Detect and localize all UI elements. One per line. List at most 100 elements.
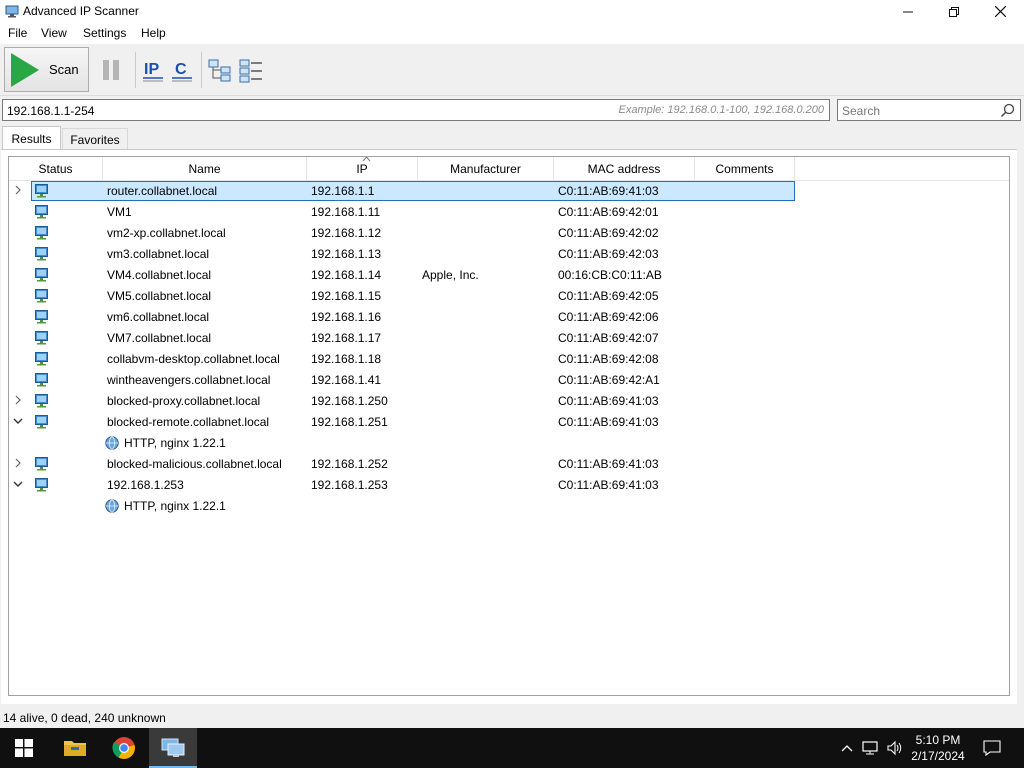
host-mac: C0:11:AB:69:42:01 <box>558 205 659 219</box>
host-name: wintheavengers.collabnet.local <box>107 373 271 387</box>
show-hidden-icons-button[interactable] <box>838 728 856 768</box>
ip-range-input[interactable]: 192.168.1.1-254 Example: 192.168.0.1-100… <box>2 99 830 121</box>
taskbar-file-explorer[interactable] <box>51 728 99 768</box>
computer-icon <box>35 289 48 303</box>
table-row[interactable]: VM5.collabnet.local 192.168.1.15 C0:11:AB:… <box>9 286 1009 307</box>
table-row[interactable]: 192.168.1.253 192.168.1.253 C0:11:AB:69:41… <box>9 475 1009 496</box>
sort-ascending-icon <box>362 157 371 162</box>
table-row[interactable]: router.collabnet.local 192.168.1.1 C0:11:A… <box>9 181 1009 202</box>
host-name: vm6.collabnet.local <box>107 310 210 324</box>
scan-summary: 14 alive, 0 dead, 240 unknown <box>3 711 166 725</box>
host-manufacturer: Apple, Inc. <box>422 268 479 282</box>
menu-bar: File View Settings Help <box>0 23 1024 44</box>
host-name: blocked-malicious.collabnet.local <box>107 457 282 471</box>
chevron-down-icon[interactable] <box>12 478 24 490</box>
service-row[interactable]: HTTP, nginx 1.22.1 <box>9 496 1009 517</box>
pause-icon-bar <box>113 59 119 80</box>
chevron-right-icon[interactable] <box>12 394 24 406</box>
system-clock[interactable]: 5:10 PM 2/17/2024 <box>900 732 976 764</box>
taskbar-chrome[interactable] <box>100 728 148 768</box>
host-name: blocked-proxy.collabnet.local <box>107 394 261 408</box>
table-row[interactable]: collabvm-desktop.collabnet.local 192.168.… <box>9 349 1009 370</box>
service-label[interactable]: HTTP, nginx 1.22.1 <box>124 499 226 513</box>
chevron-up-icon <box>841 745 853 752</box>
host-mac: C0:11:AB:69:42:A1 <box>558 373 660 387</box>
computer-icon <box>35 247 48 261</box>
menu-settings[interactable]: Settings <box>83 26 126 40</box>
tab-favorites[interactable]: Favorites <box>62 128 128 150</box>
table-row[interactable]: vm3.collabnet.local 192.168.1.13 C0:11:AB:… <box>9 244 1009 265</box>
title-bar: Advanced IP Scanner <box>0 0 1024 23</box>
table-row[interactable]: vm2-xp.collabnet.local 192.168.1.12 C0:11:… <box>9 223 1009 244</box>
host-ip: 192.168.1.13 <box>311 247 382 261</box>
column-manufacturer[interactable]: Manufacturer <box>418 157 554 181</box>
table-row[interactable]: wintheavengers.collabnet.local 192.168.1.… <box>9 370 1009 391</box>
svg-text:IP: IP <box>144 61 159 78</box>
play-icon <box>11 52 39 87</box>
table-row[interactable]: VM7.collabnet.local 192.168.1.17 C0:11:AB:… <box>9 328 1009 349</box>
host-name: 192.168.1.253 <box>107 478 184 492</box>
pause-button[interactable] <box>93 47 129 92</box>
menu-file[interactable]: File <box>8 26 27 40</box>
table-row[interactable]: blocked-remote.collabnet.local 192.168.1.… <box>9 412 1009 433</box>
scan-button[interactable]: Scan <box>4 47 89 92</box>
table-row[interactable]: blocked-proxy.collabnet.local 192.168.1.2… <box>9 391 1009 412</box>
chevron-right-icon[interactable] <box>12 457 24 469</box>
folder-icon <box>64 741 86 756</box>
computer-icon <box>35 415 48 429</box>
table-row[interactable]: vm6.collabnet.local 192.168.1.16 C0:11:AB:… <box>9 307 1009 328</box>
class-c-subnet-icon[interactable]: C <box>169 57 195 83</box>
network-tray-button[interactable] <box>860 728 882 768</box>
chevron-right-icon[interactable] <box>12 184 24 196</box>
search-icon[interactable] <box>1000 103 1015 118</box>
toolbar-separator <box>201 52 202 88</box>
column-comments[interactable]: Comments <box>695 157 795 181</box>
search-input[interactable]: Search <box>837 99 1021 121</box>
results-panel: Status Name IP Manufacturer MAC address … <box>1 149 1017 704</box>
computer-icon <box>35 205 48 219</box>
tab-strip: Results Favorites <box>0 126 1024 151</box>
notification-icon <box>983 740 1001 756</box>
network-scanner-icon <box>161 738 185 757</box>
column-mac-address[interactable]: MAC address <box>554 157 695 181</box>
column-name[interactable]: Name <box>103 157 307 181</box>
status-bar: 14 alive, 0 dead, 240 unknown <box>0 706 1024 728</box>
restore-icon <box>949 6 959 17</box>
toolbar-separator <box>135 52 136 88</box>
host-mac: C0:11:AB:69:42:06 <box>558 310 659 324</box>
service-label[interactable]: HTTP, nginx 1.22.1 <box>124 436 226 450</box>
computer-icon <box>35 373 48 387</box>
host-ip: 192.168.1.41 <box>311 373 382 387</box>
host-name: VM4.collabnet.local <box>107 268 212 282</box>
chevron-down-icon[interactable] <box>12 415 24 427</box>
globe-icon <box>105 499 119 513</box>
ip-subnet-c-icon[interactable]: IP <box>140 57 166 83</box>
start-button[interactable] <box>0 728 48 768</box>
host-ip: 192.168.1.15 <box>311 289 382 303</box>
menu-view[interactable]: View <box>41 26 67 40</box>
table-row[interactable]: VM1 192.168.1.11 C0:11:AB:69:42:01 <box>9 202 1009 223</box>
host-ip: 192.168.1.250 <box>311 394 388 408</box>
host-mac: C0:11:AB:69:41:03 <box>558 394 659 408</box>
column-status[interactable]: Status <box>9 157 103 181</box>
close-button[interactable] <box>977 0 1023 23</box>
collapse-all-icon[interactable] <box>238 57 264 83</box>
results-list[interactable]: Status Name IP Manufacturer MAC address … <box>8 156 1010 696</box>
expand-all-icon[interactable] <box>207 57 233 83</box>
minimize-button[interactable] <box>885 0 931 23</box>
search-placeholder: Search <box>842 104 881 118</box>
computer-icon <box>35 457 48 471</box>
tab-results[interactable]: Results <box>2 126 61 151</box>
taskbar-advanced-ip-scanner[interactable] <box>149 728 197 768</box>
service-row[interactable]: HTTP, nginx 1.22.1 <box>9 433 1009 454</box>
menu-help[interactable]: Help <box>141 26 166 40</box>
computer-icon <box>35 394 48 408</box>
table-row[interactable]: blocked-malicious.collabnet.local 192.168… <box>9 454 1009 475</box>
computer-icon <box>35 478 48 492</box>
host-mac: C0:11:AB:69:41:03 <box>558 415 659 429</box>
action-center-button[interactable] <box>978 728 1006 768</box>
restore-button[interactable] <box>931 0 977 23</box>
host-mac: C0:11:AB:69:42:02 <box>558 226 659 240</box>
table-row[interactable]: VM4.collabnet.local 192.168.1.14 Apple, In… <box>9 265 1009 286</box>
clock-time: 5:10 PM <box>915 733 961 747</box>
